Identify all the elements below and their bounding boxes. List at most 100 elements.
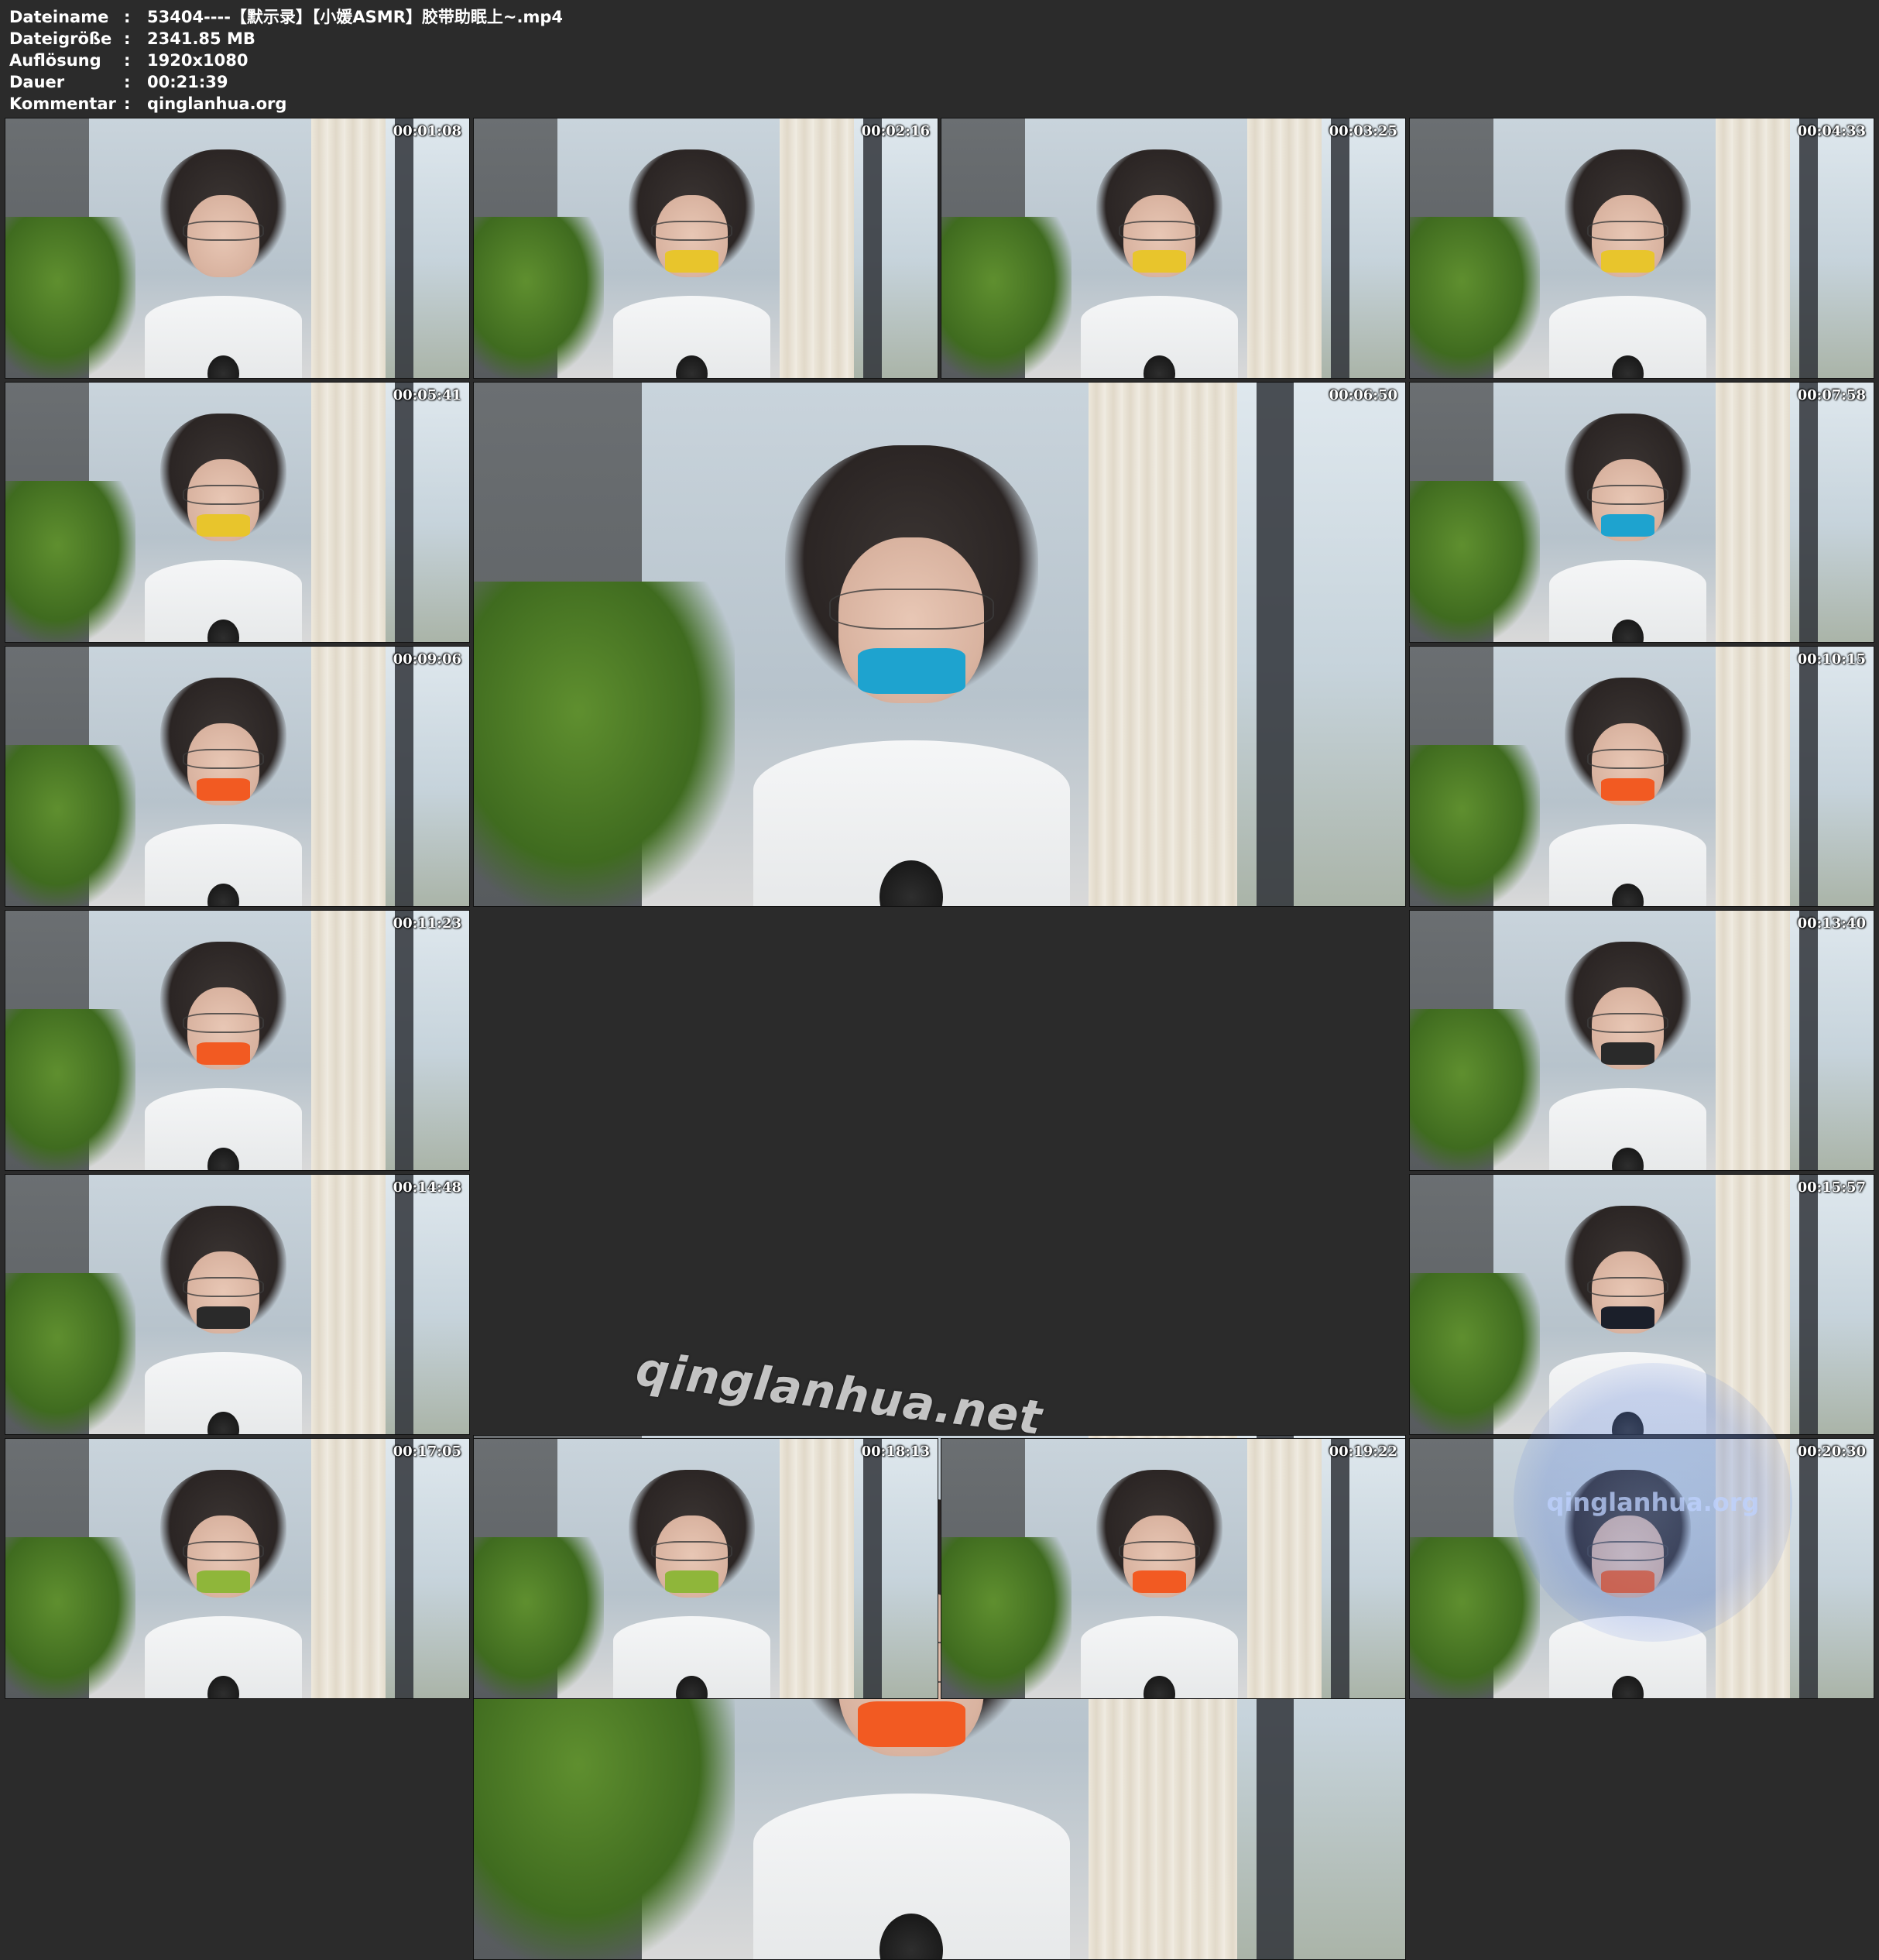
separator: :: [124, 6, 147, 28]
timestamp: 00:18:13: [862, 1443, 930, 1460]
person: [1549, 678, 1707, 906]
person: [1549, 942, 1707, 1170]
window-frame: [863, 1439, 882, 1698]
timestamp: 00:01:08: [393, 123, 461, 139]
tape: [858, 648, 965, 694]
comment-row: Kommentar : qinglanhua.org: [9, 93, 563, 115]
timestamp: 00:02:16: [862, 123, 930, 139]
window-frame: [1257, 383, 1294, 906]
video-thumbnail[interactable]: 00:03:25: [941, 118, 1406, 379]
curtain: [780, 1439, 854, 1698]
timestamp: 00:17:05: [393, 1443, 461, 1460]
video-thumbnail[interactable]: 00:05:41: [5, 382, 470, 643]
person: [1081, 149, 1239, 378]
timestamp: 00:11:23: [393, 915, 461, 932]
glasses: [829, 589, 994, 630]
curtain: [1716, 911, 1790, 1170]
glasses: [651, 1541, 733, 1562]
person: [145, 414, 303, 642]
tape: [665, 1570, 718, 1593]
window-frame: [395, 1175, 413, 1434]
curtain: [1716, 383, 1790, 642]
plant: [474, 582, 735, 906]
video-thumbnail[interactable]: 00:04:33: [1409, 118, 1874, 379]
comment-value: qinglanhua.org: [147, 93, 286, 115]
timestamp: 00:06:50: [1329, 387, 1397, 403]
window-frame: [395, 911, 413, 1170]
duration-label: Dauer: [9, 71, 124, 93]
plant: [1410, 1009, 1540, 1170]
watermark-logo: qinglanhua.org: [1514, 1363, 1792, 1642]
plant: [941, 217, 1072, 378]
curtain: [1089, 383, 1237, 906]
window-frame: [1799, 383, 1818, 642]
timestamp: 00:13:40: [1798, 915, 1866, 932]
video-thumbnail[interactable]: 00:02:16: [473, 118, 938, 379]
separator: :: [124, 28, 147, 50]
timestamp: 00:04:33: [1798, 123, 1866, 139]
plant: [474, 1537, 604, 1698]
window-frame: [1799, 647, 1818, 906]
separator: :: [124, 50, 147, 71]
timestamp: 00:09:06: [393, 651, 461, 668]
person: [145, 149, 303, 378]
video-thumbnail[interactable]: 00:01:08: [5, 118, 470, 379]
window-frame: [863, 118, 882, 378]
middle-top-row: 00:02:16 00:03:25: [473, 118, 1406, 379]
window-frame: [1331, 118, 1349, 378]
video-thumbnail[interactable]: 00:18:13: [473, 1438, 938, 1699]
video-thumbnail[interactable]: 00:13:40: [1409, 910, 1874, 1171]
tape: [197, 514, 250, 537]
video-thumbnail[interactable]: 00:14:48: [5, 1174, 470, 1435]
video-thumbnail[interactable]: 00:07:58: [1409, 382, 1874, 643]
size-label: Dateigröße: [9, 28, 124, 50]
video-thumbnail[interactable]: 00:19:22: [941, 1438, 1406, 1699]
person: [1549, 414, 1707, 642]
window-frame: [1799, 911, 1818, 1170]
window-frame: [395, 118, 413, 378]
window-frame: [1799, 1439, 1818, 1698]
glasses: [1119, 221, 1201, 242]
size-value: 2341.85 MB: [147, 28, 255, 50]
video-thumbnail[interactable]: 00:09:06: [5, 646, 470, 907]
window-frame: [1331, 1439, 1349, 1698]
video-thumbnail[interactable]: 00:17:05: [5, 1438, 470, 1699]
glasses: [183, 485, 265, 506]
glasses: [183, 1541, 265, 1562]
tape: [197, 778, 250, 801]
comment-label: Kommentar: [9, 93, 124, 115]
curtain: [1716, 647, 1790, 906]
middle-column: 00:02:16 00:03:25: [473, 118, 1406, 1707]
tape: [665, 250, 718, 273]
person: [1081, 1470, 1239, 1698]
plant: [5, 1009, 135, 1170]
timestamp: 00:03:25: [1329, 123, 1397, 139]
video-thumbnail-large[interactable]: 00:06:50: [473, 382, 1406, 907]
plant: [5, 745, 135, 906]
window-frame: [395, 383, 413, 642]
tape: [1601, 250, 1654, 273]
plant: [1410, 1273, 1540, 1434]
person: [753, 445, 1070, 906]
video-thumbnail[interactable]: 00:11:23: [5, 910, 470, 1171]
plant: [5, 1537, 135, 1698]
filename-value: 53404----【默示录】【小媛ASMR】胶带助眠上~.mp4: [147, 6, 563, 28]
window-frame: [1799, 1175, 1818, 1434]
timestamp: 00:10:15: [1798, 651, 1866, 668]
plant: [5, 217, 135, 378]
window-frame: [395, 1439, 413, 1698]
watermark-logo-text: qinglanhua.org: [1547, 1488, 1760, 1517]
middle-bottom-row: 00:18:13 00:19:22: [473, 1438, 1406, 1699]
person: [145, 1206, 303, 1434]
person: [1549, 149, 1707, 378]
glasses: [651, 221, 733, 242]
video-thumbnail[interactable]: 00:10:15: [1409, 646, 1874, 907]
glasses: [1587, 485, 1669, 506]
resolution-label: Auflösung: [9, 50, 124, 71]
resolution-row: Auflösung : 1920x1080: [9, 50, 563, 71]
glasses: [1587, 221, 1669, 242]
tape: [197, 1570, 250, 1593]
timestamp: 00:20:30: [1798, 1443, 1866, 1460]
person: [613, 149, 771, 378]
curtain: [311, 647, 386, 906]
